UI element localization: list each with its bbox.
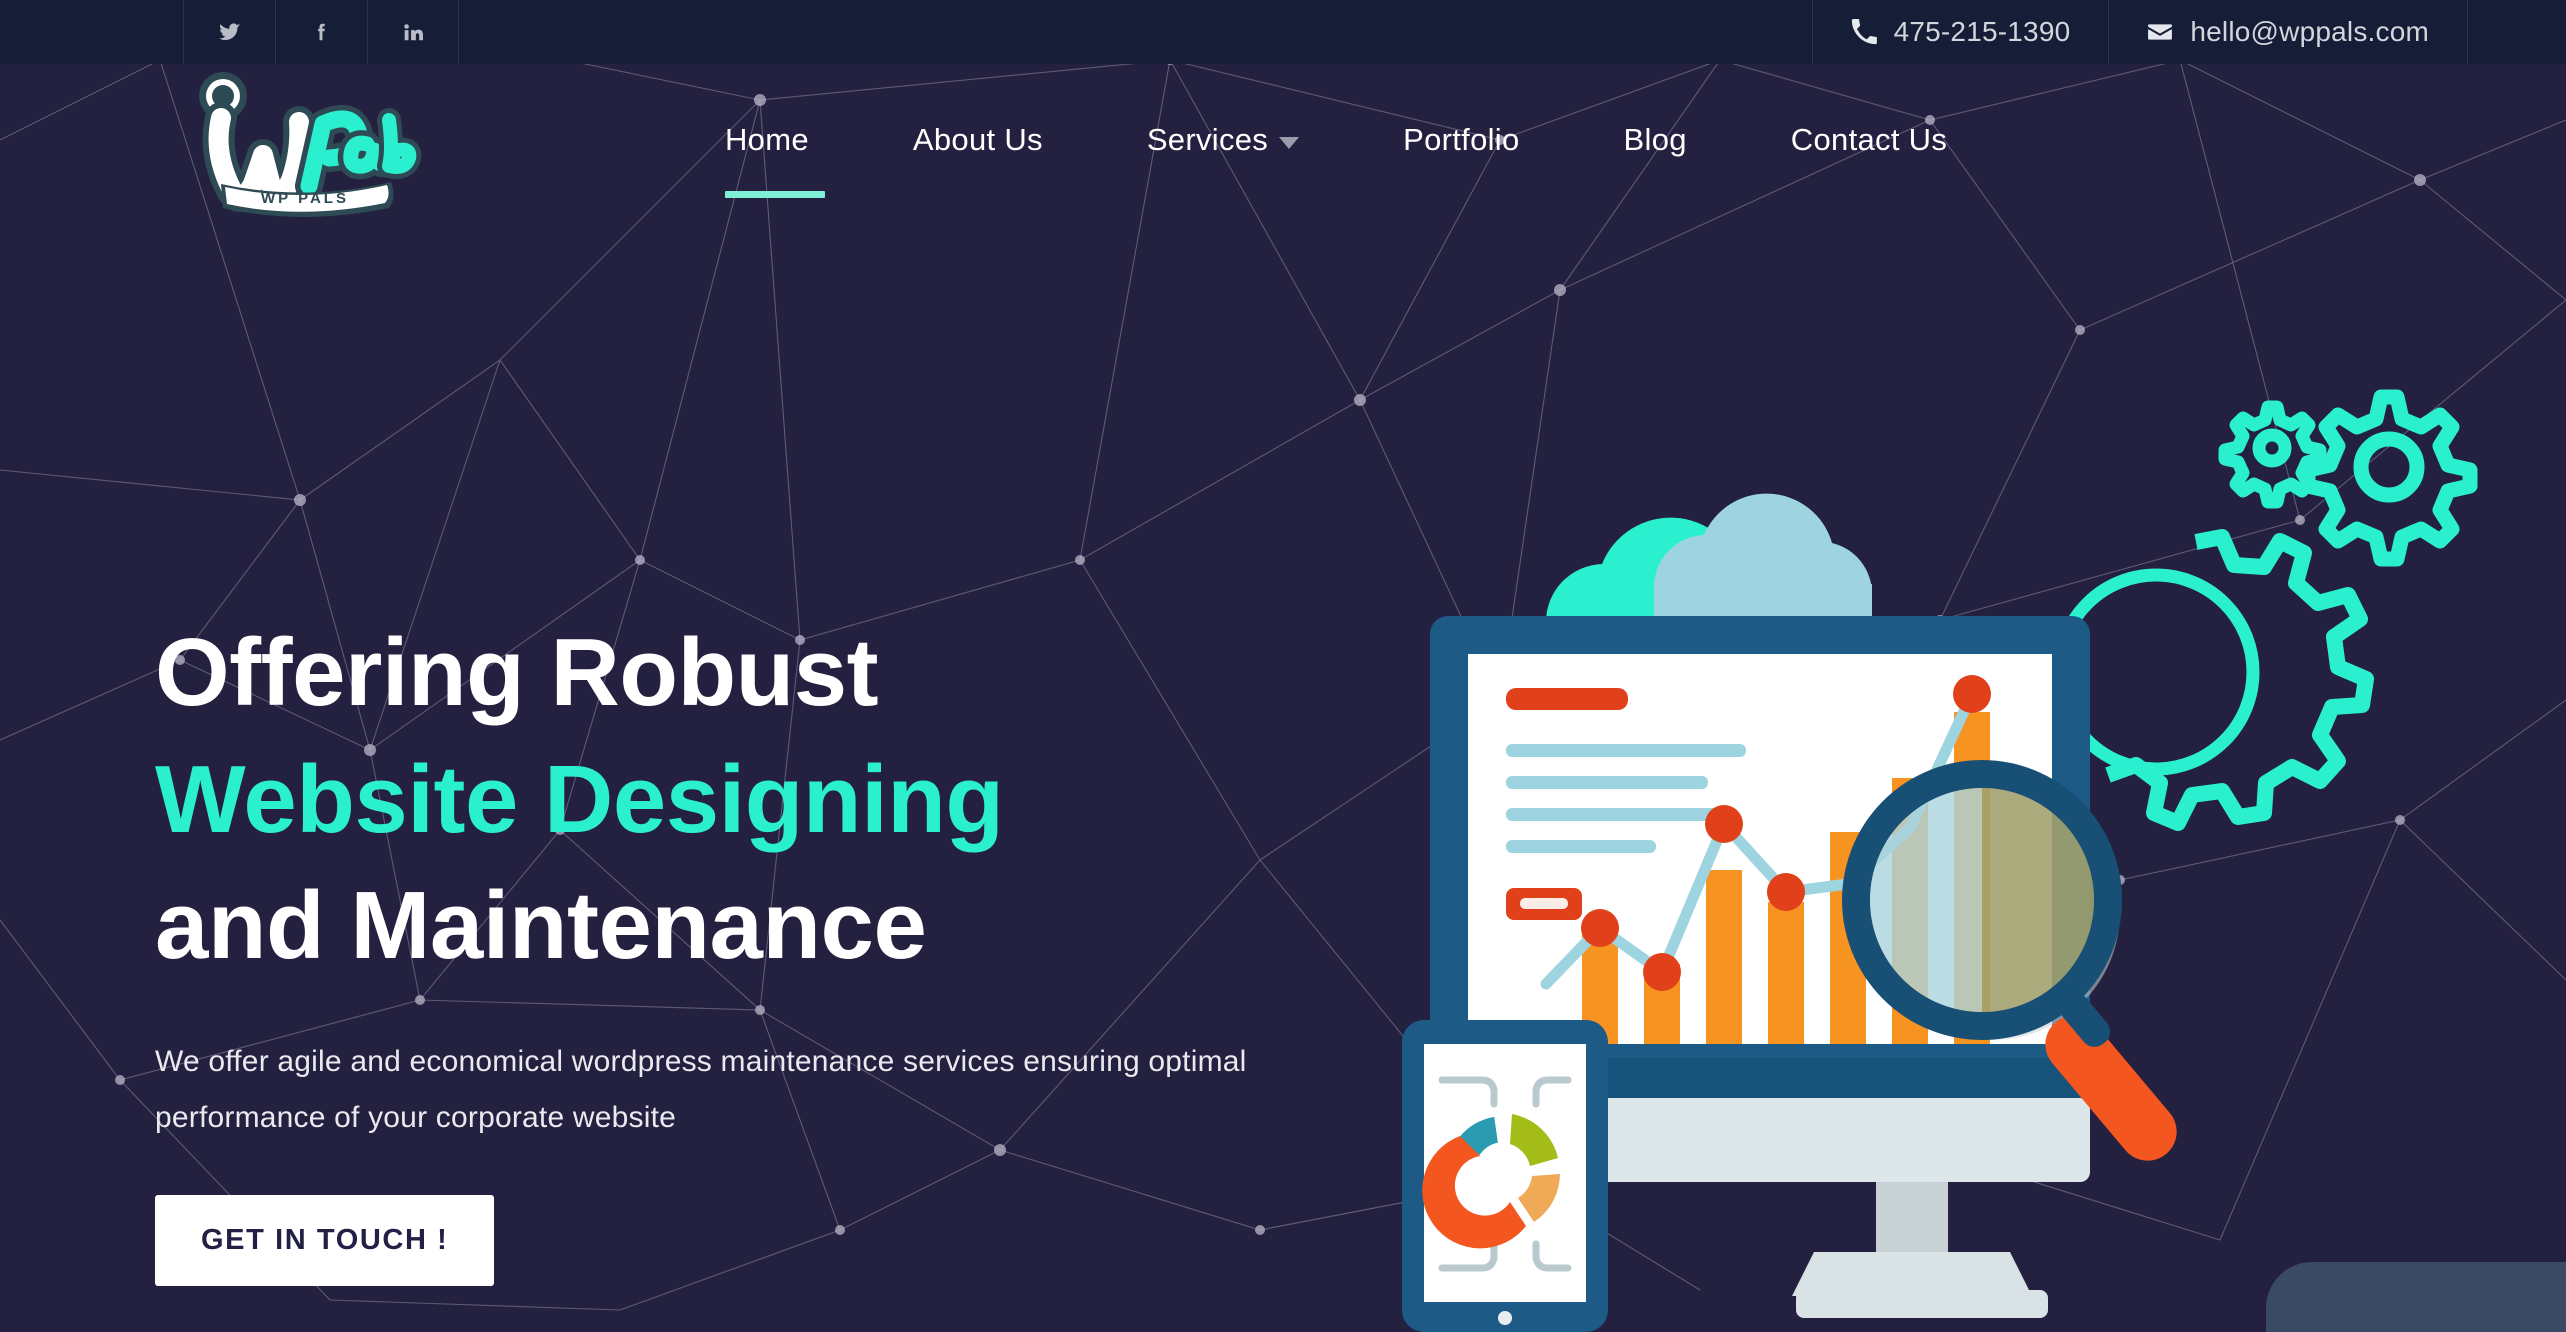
email-contact[interactable]: hello@wppals.com: [2108, 0, 2468, 64]
tablet-device: [1402, 1020, 1608, 1332]
gear-medium: [2300, 389, 2478, 567]
hero-subtitle: We offer agile and economical wordpress …: [155, 1045, 1247, 1134]
nav-item-about-us[interactable]: About Us: [913, 122, 1043, 198]
facebook-icon: [317, 23, 325, 41]
nav-label-about-us: About Us: [912, 122, 1043, 157]
hero-heading-line1: Offering Robust: [155, 619, 879, 726]
phone-icon: [1851, 19, 1877, 45]
nav-item-home[interactable]: Home: [725, 122, 825, 198]
logo-banner-text: WP PALS: [261, 190, 349, 207]
main-navigation: Home About Us Services Portfolio Blog Co…: [725, 122, 1947, 198]
social-link-facebook[interactable]: [275, 0, 367, 64]
site-logo[interactable]: WP PALS: [183, 56, 423, 236]
chevron-down-icon: [1279, 136, 1300, 149]
social-link-twitter[interactable]: [183, 0, 275, 64]
nav-label-blog: Blog: [1623, 122, 1687, 157]
nav-label-services: Services: [1146, 122, 1269, 157]
nav-label-portfolio: Portfolio: [1403, 122, 1520, 157]
wppals-logo: WP PALS: [199, 72, 422, 217]
nav-label-contact-us: Contact Us: [1790, 122, 1948, 157]
landing-page: 475-215-1390 hello@wppals.com WP PALS Ho…: [0, 0, 2566, 1332]
hero-heading: Offering Robust Website Designing and Ma…: [155, 610, 1275, 990]
nav-item-portfolio[interactable]: Portfolio: [1403, 122, 1519, 198]
hero-content: Offering Robust Website Designing and Ma…: [155, 610, 1275, 1287]
top-utility-bar: 475-215-1390 hello@wppals.com: [0, 0, 2566, 64]
nav-item-contact-us[interactable]: Contact Us: [1791, 122, 1947, 198]
nav-item-services[interactable]: Services: [1146, 122, 1300, 198]
contact-info-group: 475-215-1390 hello@wppals.com: [1811, 0, 2468, 64]
phone-number: 475-215-1390: [1893, 16, 2071, 47]
analytics-hero-illustration: [1396, 372, 2546, 1332]
nav-item-blog[interactable]: Blog: [1624, 122, 1687, 198]
envelope-icon: [2148, 24, 2173, 40]
hero-heading-line2: Website Designing: [155, 745, 1004, 853]
social-links-group: [183, 0, 459, 64]
linkedin-icon: [404, 24, 423, 41]
site-header: WP PALS Home About Us Services Portfolio…: [0, 64, 2566, 229]
email-address: hello@wppals.com: [2190, 16, 2429, 47]
twitter-icon: [218, 23, 240, 41]
hero-heading-line3: and Maintenance: [155, 872, 927, 980]
nav-label-home: Home: [725, 122, 809, 157]
phone-contact[interactable]: 475-215-1390: [1811, 0, 2109, 64]
social-link-linkedin[interactable]: [367, 0, 459, 64]
get-in-touch-button[interactable]: GET IN TOUCH !: [155, 1195, 495, 1287]
